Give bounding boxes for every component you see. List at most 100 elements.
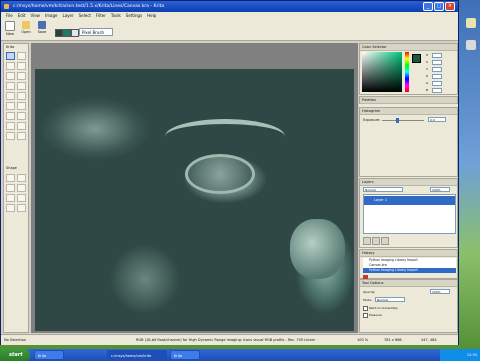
tool-crop-icon[interactable] xyxy=(17,52,26,60)
tool-pan-icon[interactable] xyxy=(17,112,26,120)
menu-edit[interactable]: Edit xyxy=(18,12,26,19)
krita-window: c:/msys/home/vm/krita/svn.test/1.5.x/Kri… xyxy=(0,0,459,345)
pressure-checkbox[interactable] xyxy=(363,313,368,318)
paint-incrementally-label: Paint incrementally xyxy=(369,306,398,310)
layer-name: Layer 1 xyxy=(374,198,388,202)
menu-layer[interactable]: Layer xyxy=(62,12,73,19)
tool-eraser-icon[interactable] xyxy=(17,62,26,70)
color-field-r: R xyxy=(426,74,429,78)
save-button[interactable]: Save xyxy=(35,21,49,34)
exposure-slider-handle[interactable] xyxy=(396,118,399,123)
tool-bezier-icon[interactable] xyxy=(17,184,26,192)
s-spinbox[interactable] xyxy=(432,60,442,65)
layers-docker: Layers Normal 100% Layer 1 xyxy=(359,178,458,248)
delete-layer-icon[interactable] xyxy=(381,237,389,245)
start-button[interactable]: start xyxy=(0,349,30,361)
taskbar: start Krita c:/msys/home/vm/krita Krita … xyxy=(0,349,480,361)
hue-slider[interactable] xyxy=(405,52,409,92)
desktop-icon-1[interactable] xyxy=(466,18,476,28)
new-file-icon xyxy=(5,21,15,31)
r-spinbox[interactable] xyxy=(432,74,442,79)
toolbox-section-label: Shape xyxy=(6,166,17,170)
layer-properties-icon[interactable] xyxy=(372,237,380,245)
menu-select[interactable]: Select xyxy=(79,12,91,19)
new-label: New xyxy=(6,32,14,36)
tool-gradient-icon[interactable] xyxy=(17,72,26,80)
maximize-button[interactable]: □ xyxy=(434,2,444,11)
tool-select-rect-icon[interactable] xyxy=(6,122,15,130)
color-profile-status: RGB (16-bit float/channel) for High Dyna… xyxy=(136,338,316,342)
foreground-color-swatch[interactable] xyxy=(55,29,63,37)
tool-select-ellipse-icon[interactable] xyxy=(17,122,26,130)
exposure-slider-track[interactable] xyxy=(382,120,424,121)
menu-view[interactable]: View xyxy=(30,12,40,19)
taskbar-item-active[interactable]: c:/msys/home/vm/krita xyxy=(107,350,167,360)
canvas-image[interactable] xyxy=(35,69,354,331)
close-button[interactable]: × xyxy=(445,2,455,11)
tool-move-icon[interactable] xyxy=(6,52,15,60)
b-spinbox[interactable] xyxy=(432,88,442,93)
tool-fill-icon[interactable] xyxy=(6,72,15,80)
tool-smudge-icon[interactable] xyxy=(17,194,26,202)
taskbar-item[interactable]: Krita xyxy=(170,350,200,360)
tool-ellipse-icon[interactable] xyxy=(6,92,15,100)
brush-selector[interactable]: Pixel Brush xyxy=(79,28,113,36)
pressure-label: Pressure xyxy=(369,313,382,317)
exposure-label: Exposure: xyxy=(363,118,381,122)
blend-mode-select[interactable]: Normal xyxy=(363,187,403,192)
gradient-swatch[interactable] xyxy=(71,29,79,37)
history-title: History xyxy=(360,250,457,257)
menu-file[interactable]: File xyxy=(6,12,13,19)
tool-clone-icon[interactable] xyxy=(6,194,15,202)
layer-opacity-input[interactable]: 100% xyxy=(430,187,450,192)
tool-polygon-icon[interactable] xyxy=(17,92,26,100)
tool-text-icon[interactable] xyxy=(6,102,15,110)
histogram-docker: Histogram Exposure: 0.0 xyxy=(359,107,458,177)
open-button[interactable]: Open xyxy=(19,21,33,34)
color-field-g: G xyxy=(426,81,429,85)
docker-panel: Color Selector H S V R G B Palettes Hist… xyxy=(359,43,458,333)
canvas-area[interactable] xyxy=(31,43,358,333)
background-color-swatch[interactable] xyxy=(63,29,71,37)
paint-incrementally-checkbox[interactable] xyxy=(363,306,368,311)
histogram-title: Histogram xyxy=(360,108,457,115)
new-button[interactable]: New xyxy=(3,21,17,36)
layer-row[interactable]: Layer 1 xyxy=(364,196,455,205)
history-item-current[interactable]: Python Imaging Library Import xyxy=(363,268,456,273)
tool-transform-icon[interactable] xyxy=(6,174,15,182)
menu-image[interactable]: Image xyxy=(45,12,58,19)
tool-rect-icon[interactable] xyxy=(17,82,26,90)
desktop-icon-2[interactable] xyxy=(466,40,476,50)
tool-airbrush-icon[interactable] xyxy=(17,204,26,212)
tool-brush-icon[interactable] xyxy=(6,62,15,70)
palettes-title: Palettes xyxy=(360,97,457,104)
menu-help[interactable]: Help xyxy=(147,12,156,19)
add-layer-icon[interactable] xyxy=(363,237,371,245)
tool-zoom-icon[interactable] xyxy=(6,112,15,120)
tool-mode-select[interactable]: Normal xyxy=(375,297,405,302)
palettes-docker[interactable]: Palettes xyxy=(359,96,458,104)
taskbar-item[interactable]: Krita xyxy=(34,350,64,360)
v-spinbox[interactable] xyxy=(432,67,442,72)
saturation-value-selector[interactable] xyxy=(362,52,402,92)
h-spinbox[interactable] xyxy=(432,53,442,58)
tool-perspective-icon[interactable] xyxy=(17,174,26,182)
tool-line-icon[interactable] xyxy=(6,82,15,90)
tool-star-icon[interactable] xyxy=(6,184,15,192)
menu-settings[interactable]: Settings xyxy=(126,12,142,19)
menu-tools[interactable]: Tools xyxy=(111,12,121,19)
tool-lasso-icon[interactable] xyxy=(6,132,15,140)
title-bar[interactable]: c:/msys/home/vm/krita/svn.test/1.5.x/Kri… xyxy=(1,1,458,12)
menu-filter[interactable]: Filter xyxy=(96,12,106,19)
tool-measure-icon[interactable] xyxy=(6,204,15,212)
clock[interactable]: 12:34 xyxy=(467,353,477,357)
minimize-button[interactable]: _ xyxy=(423,2,433,11)
exposure-input[interactable]: 0.0 xyxy=(428,117,446,122)
tool-opacity-input[interactable]: 100% xyxy=(430,289,450,294)
toolbox: Krita Shape xyxy=(3,43,29,333)
menu-bar: File Edit View Image Layer Select Filter… xyxy=(1,12,458,19)
tool-wand-icon[interactable] xyxy=(17,132,26,140)
current-color-swatch[interactable] xyxy=(412,54,421,63)
g-spinbox[interactable] xyxy=(432,81,442,86)
tool-picker-icon[interactable] xyxy=(17,102,26,110)
